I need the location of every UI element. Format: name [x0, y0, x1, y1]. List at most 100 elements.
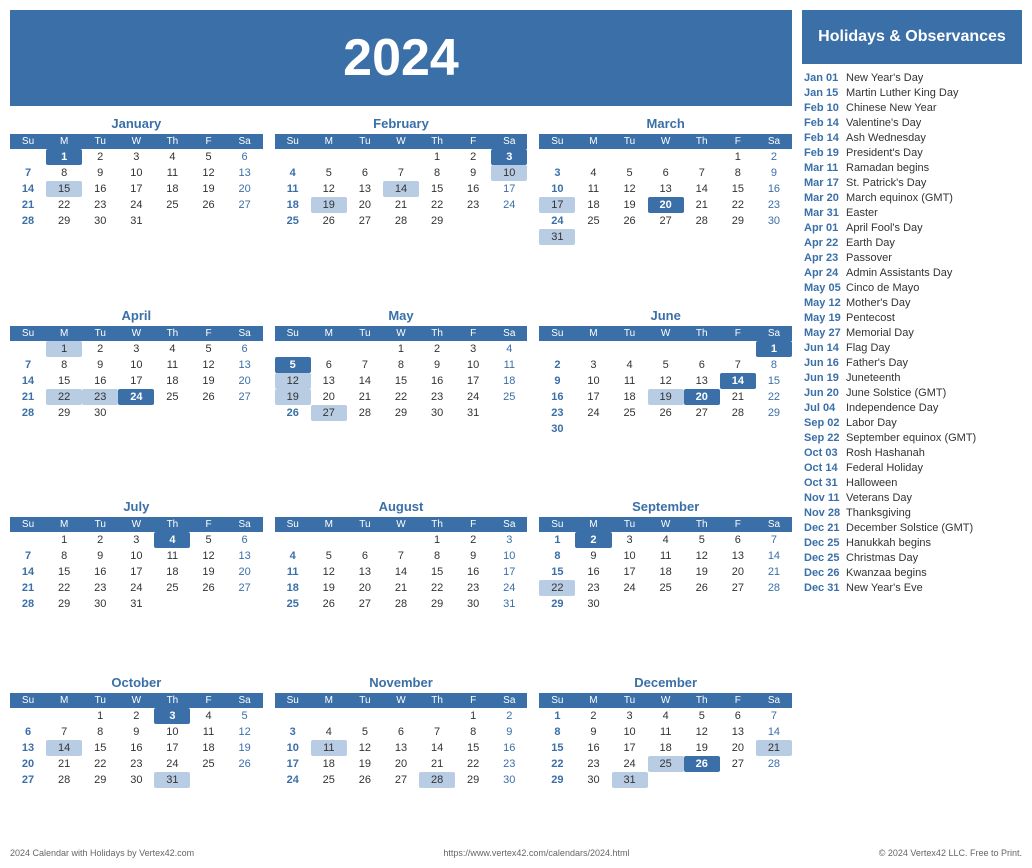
day-cell: 15: [539, 564, 575, 580]
day-cell: 19: [190, 564, 226, 580]
day-cell: 28: [383, 213, 419, 229]
day-cell: 13: [648, 181, 684, 197]
day-cell: [275, 149, 311, 165]
dow-header: M: [575, 517, 611, 532]
day-cell: 10: [154, 724, 190, 740]
holiday-date: Feb 19: [804, 147, 842, 159]
dow-header: Su: [10, 693, 46, 708]
day-cell: 10: [612, 548, 648, 564]
holiday-name: President's Day: [846, 147, 923, 159]
day-cell: 19: [684, 740, 720, 756]
day-cell: 16: [82, 564, 118, 580]
day-cell: 22: [455, 756, 491, 772]
day-cell: 15: [720, 181, 756, 197]
month-title: January: [10, 116, 263, 131]
holiday-name: Pentecost: [846, 312, 895, 324]
day-cell: [491, 405, 527, 421]
month-title: September: [539, 499, 792, 514]
holiday-name: Christmas Day: [846, 552, 918, 564]
holiday-item: Sep 02Labor Day: [802, 415, 1022, 430]
day-cell: 26: [190, 580, 226, 596]
day-cell: 17: [455, 373, 491, 389]
month-table: SuMTuWThFSa12345678910111213141516171819…: [275, 693, 528, 788]
day-cell: [491, 213, 527, 229]
holiday-name: March equinox (GMT): [846, 192, 953, 204]
day-cell: 27: [10, 772, 46, 788]
dow-header: F: [720, 693, 756, 708]
dow-header: Th: [684, 326, 720, 341]
dow-header: W: [383, 134, 419, 149]
day-cell: 21: [383, 580, 419, 596]
day-cell: 16: [455, 181, 491, 197]
dow-header: M: [575, 693, 611, 708]
month-block: MarchSuMTuWThFSa123456789101112131415161…: [539, 116, 792, 296]
day-cell: 1: [419, 149, 455, 165]
day-cell: [419, 708, 455, 724]
dow-header: Tu: [82, 326, 118, 341]
day-cell: 30: [82, 213, 118, 229]
day-cell: 13: [720, 548, 756, 564]
day-cell: 9: [455, 548, 491, 564]
day-cell: 19: [311, 197, 347, 213]
day-cell: 20: [227, 373, 263, 389]
day-cell: [311, 341, 347, 357]
day-cell: 27: [347, 213, 383, 229]
day-cell: 5: [311, 165, 347, 181]
holiday-date: Sep 22: [804, 432, 842, 444]
day-cell: [539, 341, 575, 357]
day-cell: 21: [720, 389, 756, 405]
day-cell: [612, 229, 648, 245]
day-cell: 20: [720, 564, 756, 580]
day-cell: 12: [648, 373, 684, 389]
day-cell: 29: [539, 772, 575, 788]
holiday-item: Jun 20June Solstice (GMT): [802, 385, 1022, 400]
day-cell: 9: [82, 357, 118, 373]
day-cell: 4: [612, 357, 648, 373]
day-cell: 11: [275, 181, 311, 197]
dow-header: Su: [275, 517, 311, 532]
day-cell: 29: [720, 213, 756, 229]
day-cell: 15: [46, 181, 82, 197]
day-cell: 24: [118, 580, 154, 596]
months-grid: January SuMTuWThFSa1234567891011121314151…: [10, 116, 792, 838]
day-cell: 15: [756, 373, 792, 389]
dow-header: Th: [419, 517, 455, 532]
day-cell: 29: [46, 405, 82, 421]
day-cell: [311, 149, 347, 165]
day-cell: 21: [46, 756, 82, 772]
day-cell: 7: [10, 548, 46, 564]
day-cell: 2: [82, 341, 118, 357]
holiday-name: Martin Luther King Day: [846, 87, 959, 99]
day-cell: [684, 341, 720, 357]
day-cell: 19: [648, 389, 684, 405]
day-cell: 20: [648, 197, 684, 213]
holiday-date: Feb 10: [804, 102, 842, 114]
day-cell: 7: [10, 357, 46, 373]
day-cell: [46, 708, 82, 724]
dow-header: Tu: [82, 134, 118, 149]
day-cell: [455, 213, 491, 229]
day-cell: [648, 229, 684, 245]
day-cell: 14: [383, 181, 419, 197]
dow-header: M: [46, 693, 82, 708]
day-cell: 29: [419, 213, 455, 229]
day-cell: 5: [227, 708, 263, 724]
day-cell: 4: [154, 149, 190, 165]
year-header: 2024: [10, 10, 792, 106]
dow-header: F: [455, 134, 491, 149]
day-cell: 30: [756, 213, 792, 229]
day-cell: 24: [154, 756, 190, 772]
holiday-name: St. Patrick's Day: [846, 177, 926, 189]
holiday-item: May 12Mother's Day: [802, 295, 1022, 310]
dow-header: Th: [684, 134, 720, 149]
day-cell: 6: [347, 548, 383, 564]
day-cell: [684, 229, 720, 245]
day-cell: 19: [190, 181, 226, 197]
day-cell: 12: [190, 165, 226, 181]
day-cell: 12: [311, 181, 347, 197]
footer-center: https://www.vertex42.com/calendars/2024.…: [443, 848, 629, 858]
dow-header: Su: [10, 517, 46, 532]
day-cell: 30: [455, 596, 491, 612]
day-cell: [575, 421, 611, 437]
day-cell: 10: [275, 740, 311, 756]
